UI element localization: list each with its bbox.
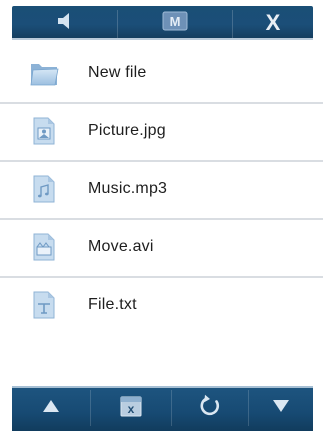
refresh-button[interactable] — [172, 386, 248, 431]
arrow-down-icon — [272, 399, 290, 418]
image-file-icon — [22, 109, 66, 153]
refresh-icon — [197, 393, 223, 424]
close-button[interactable]: X — [233, 6, 313, 40]
list-item-text[interactable]: File.txt — [0, 276, 323, 334]
top-toolbar: M X — [0, 0, 323, 44]
list-item-new-file[interactable]: New file — [0, 44, 323, 102]
file-name: Move.avi — [88, 238, 154, 255]
list-item-music[interactable]: Music.mp3 — [0, 160, 323, 218]
svg-text:M: M — [170, 14, 181, 29]
m-button[interactable]: M — [118, 6, 232, 40]
scroll-down-button[interactable] — [249, 386, 313, 431]
delete-x-icon: x — [119, 394, 143, 423]
delete-button[interactable]: x — [91, 386, 171, 431]
speaker-icon — [55, 11, 75, 36]
folder-icon — [22, 51, 66, 95]
m-badge-icon: M — [162, 11, 188, 36]
close-icon: X — [265, 10, 281, 35]
sound-button[interactable] — [12, 6, 117, 40]
list-item-picture[interactable]: Picture.jpg — [0, 102, 323, 160]
list-item-video[interactable]: Move.avi — [0, 218, 323, 276]
scroll-up-button[interactable] — [12, 386, 90, 431]
file-name: New file — [88, 64, 147, 81]
arrow-up-icon — [42, 399, 60, 418]
bottom-toolbar: x — [0, 376, 323, 431]
text-file-icon — [22, 283, 66, 327]
video-file-icon — [22, 225, 66, 269]
music-file-icon — [22, 167, 66, 211]
file-name: Music.mp3 — [88, 180, 168, 197]
file-name: Picture.jpg — [88, 122, 166, 139]
file-manager-screen: M X New file Picture.jpg Music.mp3 Move.… — [0, 0, 323, 431]
svg-text:x: x — [128, 402, 135, 416]
file-list: New file Picture.jpg Music.mp3 Move.avi … — [0, 44, 323, 334]
file-name: File.txt — [88, 296, 137, 313]
